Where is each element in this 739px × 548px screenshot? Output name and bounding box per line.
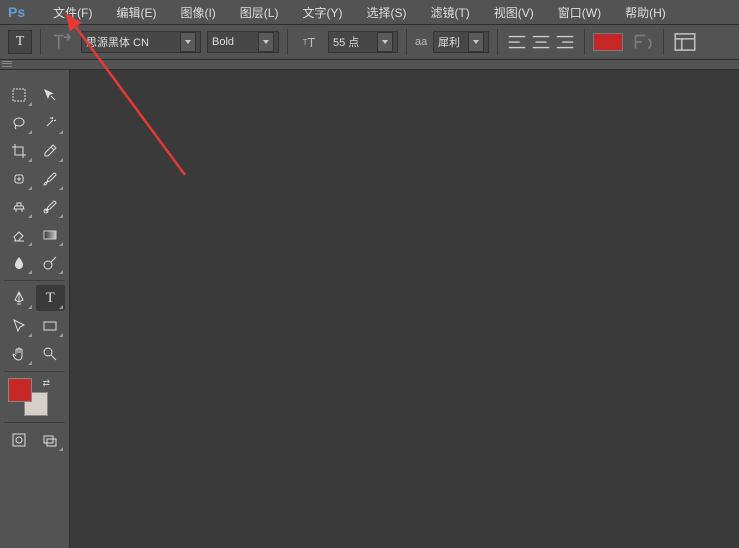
font-style-value: Bold xyxy=(212,36,234,48)
menu-file[interactable]: 文件(F) xyxy=(41,4,104,21)
menu-edit[interactable]: 编辑(E) xyxy=(104,4,168,21)
crop-tool[interactable] xyxy=(4,138,34,164)
hand-tool[interactable] xyxy=(4,341,34,367)
align-right-button[interactable] xyxy=(554,31,576,53)
menu-filter[interactable]: 滤镜(T) xyxy=(418,4,481,21)
antialias-icon: aa xyxy=(415,36,427,48)
text-align-group xyxy=(506,31,576,53)
lasso-tool[interactable] xyxy=(4,110,34,136)
menu-help[interactable]: 帮助(H) xyxy=(613,4,678,21)
antialias-select[interactable]: 犀利 xyxy=(433,31,489,53)
type-icon: T xyxy=(46,290,55,307)
antialias-value: 犀利 xyxy=(438,34,460,50)
healing-brush-tool[interactable] xyxy=(4,166,34,192)
font-size-icon: TT xyxy=(296,30,322,54)
font-size-value: 55 点 xyxy=(333,34,359,50)
swap-colors-icon[interactable]: ⇄ xyxy=(42,378,50,389)
font-family-select[interactable]: 思源黑体 CN xyxy=(81,31,201,53)
zoom-tool[interactable] xyxy=(36,341,66,367)
canvas-area[interactable] xyxy=(70,70,739,548)
marquee-tool[interactable] xyxy=(4,82,34,108)
font-size-select[interactable]: 55 点 xyxy=(328,31,398,53)
align-center-button[interactable] xyxy=(530,31,552,53)
document-tab-strip xyxy=(0,60,739,70)
type-tool[interactable]: T xyxy=(36,285,66,311)
gradient-tool[interactable] xyxy=(36,222,66,248)
text-color-swatch[interactable] xyxy=(593,33,623,51)
menu-image[interactable]: 图像(I) xyxy=(168,4,227,21)
panels-button[interactable] xyxy=(672,30,698,54)
history-brush-tool[interactable] xyxy=(36,194,66,220)
menu-window[interactable]: 窗口(W) xyxy=(546,4,613,21)
type-icon: T xyxy=(16,34,25,50)
menu-view[interactable]: 视图(V) xyxy=(482,4,546,21)
warp-text-button[interactable] xyxy=(629,30,655,54)
menu-layer[interactable]: 图层(L) xyxy=(228,4,291,21)
rectangle-tool[interactable] xyxy=(36,313,66,339)
app-logo: Ps xyxy=(8,4,25,20)
text-orientation-button[interactable] xyxy=(49,30,75,54)
options-bar: T 思源黑体 CN Bold TT 55 点 aa 犀利 xyxy=(0,24,739,60)
align-left-button[interactable] xyxy=(506,31,528,53)
active-tool-indicator[interactable]: T xyxy=(8,30,32,54)
screen-mode-button[interactable] xyxy=(36,427,66,453)
clone-stamp-tool[interactable] xyxy=(4,194,34,220)
menu-select[interactable]: 选择(S) xyxy=(354,4,418,21)
menu-type[interactable]: 文字(Y) xyxy=(290,4,354,21)
font-family-value: 思源黑体 CN xyxy=(86,34,149,50)
move-tool[interactable] xyxy=(36,82,66,108)
pen-tool[interactable] xyxy=(4,285,34,311)
toolbox: T ⇄ xyxy=(0,70,70,548)
eyedropper-tool[interactable] xyxy=(36,138,66,164)
quick-mask-button[interactable] xyxy=(4,427,34,453)
magic-wand-tool[interactable] xyxy=(36,110,66,136)
blur-tool[interactable] xyxy=(4,250,34,276)
dodge-tool[interactable] xyxy=(36,250,66,276)
path-selection-tool[interactable] xyxy=(4,313,34,339)
eraser-tool[interactable] xyxy=(4,222,34,248)
color-swatches: ⇄ xyxy=(8,378,54,418)
foreground-color[interactable] xyxy=(8,378,32,402)
font-style-select[interactable]: Bold xyxy=(207,31,279,53)
menu-bar: Ps 文件(F) 编辑(E) 图像(I) 图层(L) 文字(Y) 选择(S) 滤… xyxy=(0,0,739,24)
brush-tool[interactable] xyxy=(36,166,66,192)
